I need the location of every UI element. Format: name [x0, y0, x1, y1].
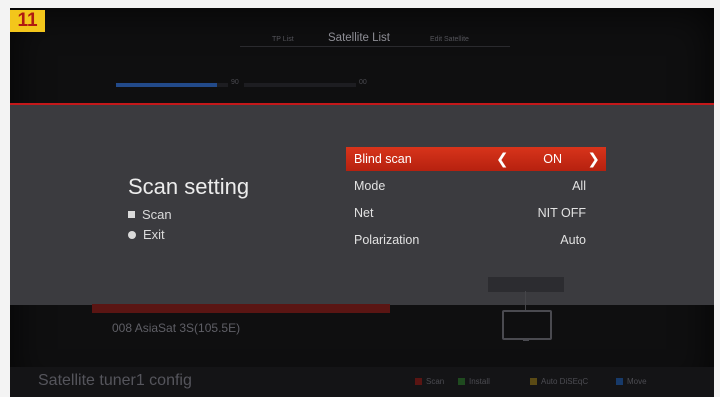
tv-icon	[502, 310, 552, 340]
green-key-icon	[458, 378, 465, 385]
setting-row-mode[interactable]: Mode All	[346, 174, 606, 198]
legend-move: Move	[616, 377, 647, 386]
tab-satellite-list[interactable]: Satellite List	[328, 32, 390, 44]
setting-label: Net	[354, 206, 374, 220]
settings-list: Blind scan ❮ ON ❯ Mode All Net NIT OFF P…	[346, 147, 606, 255]
step-number-badge: 11	[10, 10, 45, 32]
setting-value: NIT OFF	[537, 206, 586, 220]
red-key-icon	[415, 378, 422, 385]
legend-label: Move	[627, 377, 647, 386]
setting-label: Mode	[354, 179, 386, 193]
signal-strength-bar	[116, 83, 228, 87]
signal-quality-value: 00	[359, 79, 367, 86]
scan-option[interactable]: Scan	[128, 207, 172, 222]
square-bullet-icon	[128, 211, 135, 218]
exit-option[interactable]: Exit	[128, 227, 165, 242]
legend-auto-diseqc: Auto DiSEqC	[530, 377, 588, 386]
circle-bullet-icon	[128, 230, 136, 239]
tv-screen: TP List Satellite List Edit Satellite 90…	[10, 8, 714, 397]
setting-label: Blind scan	[354, 152, 412, 166]
legend-label: Auto DiSEqC	[541, 377, 589, 386]
legend-label: Scan	[426, 377, 445, 386]
tab-edit-satellite[interactable]: Edit Satellite	[430, 36, 469, 43]
signal-quality-bar	[244, 83, 356, 87]
legend-install: Install	[458, 377, 490, 386]
yellow-key-icon	[530, 378, 537, 385]
blue-key-icon	[616, 378, 623, 385]
tab-tp-list[interactable]: TP List	[272, 36, 294, 43]
screen-title: Satellite tuner1 config	[38, 372, 192, 389]
satellite-list-item[interactable]: 008 AsiaSat 3S(105.5E)	[112, 321, 240, 335]
scan-option-label: Scan	[142, 207, 172, 222]
setting-row-net[interactable]: Net NIT OFF	[346, 201, 606, 225]
legend-scan: Scan	[415, 377, 444, 386]
setting-value: All	[572, 179, 586, 193]
chevron-left-icon[interactable]: ❮	[496, 150, 509, 168]
tab-underline	[240, 46, 510, 47]
footer-bar: Satellite tuner1 config Scan Install Aut…	[10, 367, 714, 397]
header-tabs: TP List Satellite List Edit Satellite	[10, 32, 714, 52]
signal-strength-value: 90	[231, 79, 239, 86]
highlighted-list-row	[92, 304, 390, 313]
setting-value: ON	[543, 152, 562, 166]
antenna-panel	[488, 277, 564, 292]
dialog-title: Scan setting	[128, 174, 250, 199]
setting-label: Polarization	[354, 233, 420, 247]
setting-row-blind-scan[interactable]: Blind scan ❮ ON ❯	[346, 147, 606, 171]
setting-row-polarization[interactable]: Polarization Auto	[346, 228, 606, 252]
legend-label: Install	[469, 377, 490, 386]
chevron-right-icon[interactable]: ❯	[587, 150, 600, 168]
setting-value: Auto	[560, 233, 586, 247]
antenna-connector	[525, 291, 526, 311]
tv-stand	[523, 338, 529, 341]
exit-option-label: Exit	[143, 227, 165, 242]
